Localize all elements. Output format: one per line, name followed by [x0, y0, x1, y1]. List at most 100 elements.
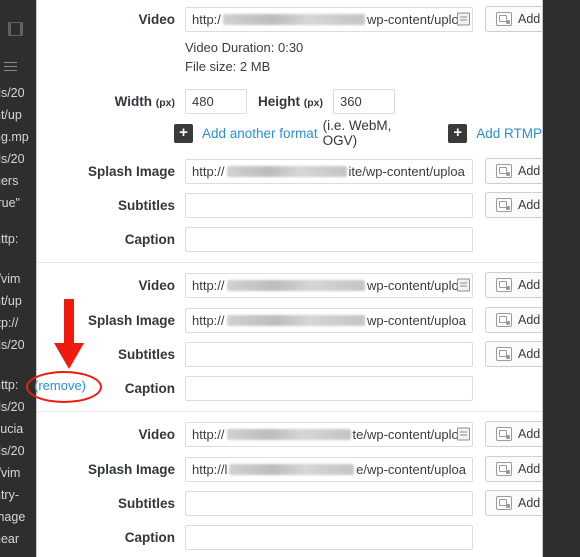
caption-label: Caption: [124, 231, 175, 247]
add-subtitles-button[interactable]: Add Subtitles: [485, 490, 542, 516]
height-label-text: Height: [257, 93, 300, 109]
redacted-url-part: [229, 463, 355, 475]
add-rtmp-link[interactable]: Add RTMP: [476, 126, 542, 141]
video-row: Video http:/ wp-content/uploa Add Video: [37, 0, 542, 38]
video-row: Video http:// te/wp-content/uploa Add Vi…: [37, 412, 542, 452]
input-resize-icon[interactable]: [457, 427, 470, 441]
redacted-url-part: [222, 13, 365, 25]
plus-icon[interactable]: +: [448, 123, 468, 143]
caption-row: Caption: [37, 371, 542, 411]
plus-icon[interactable]: +: [174, 123, 193, 143]
width-input[interactable]: 480: [185, 88, 247, 114]
video-url-prefix: http:/: [192, 11, 221, 27]
backdrop-line: mage: [0, 510, 26, 524]
splash-image-url-input[interactable]: http:// ite/wp-content/uploa: [185, 158, 473, 184]
video-label: Video: [138, 277, 175, 293]
height-input[interactable]: 360: [333, 88, 395, 114]
caption-input[interactable]: [185, 524, 473, 550]
subtitles-row: Subtitles Add Subtitles: [37, 486, 542, 520]
page-backdrop-right: [543, 0, 580, 557]
video-url-suffix: wp-content/uploa: [366, 277, 466, 293]
add-image-button[interactable]: Add Image: [485, 307, 542, 333]
subtitles-row: Subtitles Add Subtitles: [37, 188, 542, 222]
playlist-item-group-3: Video http:// te/wp-content/uploa Add Vi…: [37, 412, 542, 557]
add-subtitles-button[interactable]: Add Subtitles: [485, 341, 542, 367]
caption-input[interactable]: [185, 375, 473, 401]
add-image-button-label: Add Image: [518, 313, 542, 327]
caption-input[interactable]: [185, 226, 473, 252]
video-label: Video: [138, 426, 175, 442]
add-another-format-link[interactable]: Add another format: [202, 126, 318, 141]
backdrop-line: http:: [0, 378, 19, 392]
input-resize-icon[interactable]: [457, 278, 470, 292]
video-row: Video http:// wp-content/uploa Add Video: [37, 263, 542, 303]
subtitles-input[interactable]: [185, 490, 473, 516]
media-icon: [496, 12, 512, 26]
playlist-item-group-1: Video http:/ wp-content/uploa Add Video …: [37, 0, 542, 263]
backdrop-line: http:: [0, 232, 19, 246]
subtitles-input[interactable]: [185, 341, 473, 367]
media-icon: [496, 347, 512, 361]
backdrop-line: //vim: [0, 272, 21, 286]
add-subtitles-button[interactable]: Add Subtitles: [485, 192, 542, 218]
backdrop-line: ds/20: [0, 338, 25, 352]
redacted-url-part: [226, 314, 365, 326]
width-label-text: Width: [114, 93, 152, 109]
splash-image-row: Splash Image http:// ite/wp-content/uplo…: [37, 154, 542, 188]
add-video-button[interactable]: Add Video: [485, 421, 542, 447]
add-video-button-label: Add Video: [518, 427, 542, 441]
video-url-input[interactable]: http:// te/wp-content/uploa: [185, 421, 473, 447]
subtitles-label: Subtitles: [117, 197, 175, 213]
splash-url-prefix: http://: [192, 312, 225, 328]
width-value: 480: [192, 93, 214, 109]
height-unit: (px): [303, 96, 323, 109]
backdrop-line: ntry-: [0, 488, 19, 502]
redacted-url-part: [226, 165, 347, 177]
input-resize-icon[interactable]: [457, 12, 470, 26]
splash-url-prefix: http://l: [192, 461, 228, 477]
remove-link[interactable]: (remove): [34, 378, 86, 393]
media-icon: [496, 278, 512, 292]
splash-url-suffix: wp-content/uploa: [366, 312, 466, 328]
splash-url-suffix: e/wp-content/uploa: [356, 461, 466, 477]
screenshot-root: ds/20 nt/up ng.mp ds/20 gers true" http:…: [0, 0, 580, 557]
splash-image-url-input[interactable]: http://l e/wp-content/uploa: [185, 456, 473, 482]
add-video-button-label: Add Video: [518, 12, 542, 26]
backdrop-text-column: ds/20 nt/up ng.mp ds/20 gers true" http:…: [0, 0, 36, 557]
media-icon: [496, 313, 512, 327]
media-icon: [496, 427, 512, 441]
backdrop-line: /lucia: [0, 422, 24, 436]
media-icon: [496, 198, 512, 212]
height-value: 360: [340, 93, 362, 109]
backdrop-line: nt/up: [0, 108, 22, 122]
width-label: Width (px): [37, 94, 185, 109]
splash-url-suffix: ite/wp-content/uploa: [348, 163, 465, 179]
add-image-button[interactable]: Add Image: [485, 456, 542, 482]
backdrop-line: ds/20: [0, 152, 25, 166]
film-strip-icon: [8, 22, 23, 36]
video-url-suffix: te/wp-content/uploa: [352, 426, 466, 442]
splash-image-label: Splash Image: [87, 163, 175, 179]
add-image-button-label: Add Image: [518, 164, 542, 178]
backdrop-line: ttp://: [0, 316, 19, 330]
video-label: Video: [138, 11, 175, 27]
add-video-button[interactable]: Add Video: [485, 272, 542, 298]
caption-label: Caption: [124, 529, 175, 545]
media-icon: [496, 164, 512, 178]
video-url-suffix: wp-content/uploa: [366, 11, 466, 27]
backdrop-line: ds/20: [0, 444, 25, 458]
add-subtitles-button-label: Add Subtitles: [518, 198, 542, 212]
add-image-button[interactable]: Add Image: [485, 158, 542, 184]
subtitles-label: Subtitles: [117, 495, 175, 511]
add-subtitles-button-label: Add Subtitles: [518, 347, 542, 361]
splash-image-row: Splash Image http://l e/wp-content/uploa…: [37, 452, 542, 486]
subtitles-row: Subtitles Add Subtitles: [37, 337, 542, 371]
redacted-url-part: [226, 428, 351, 440]
video-url-input[interactable]: http:// wp-content/uploa: [185, 272, 473, 298]
backdrop-line: ng.mp: [0, 130, 29, 144]
add-video-button[interactable]: Add Video: [485, 6, 542, 32]
video-url-input[interactable]: http:/ wp-content/uploa: [185, 6, 473, 32]
splash-image-url-input[interactable]: http:// wp-content/uploa: [185, 307, 473, 333]
subtitles-input[interactable]: [185, 192, 473, 218]
backdrop-line: ds/20: [0, 86, 25, 100]
